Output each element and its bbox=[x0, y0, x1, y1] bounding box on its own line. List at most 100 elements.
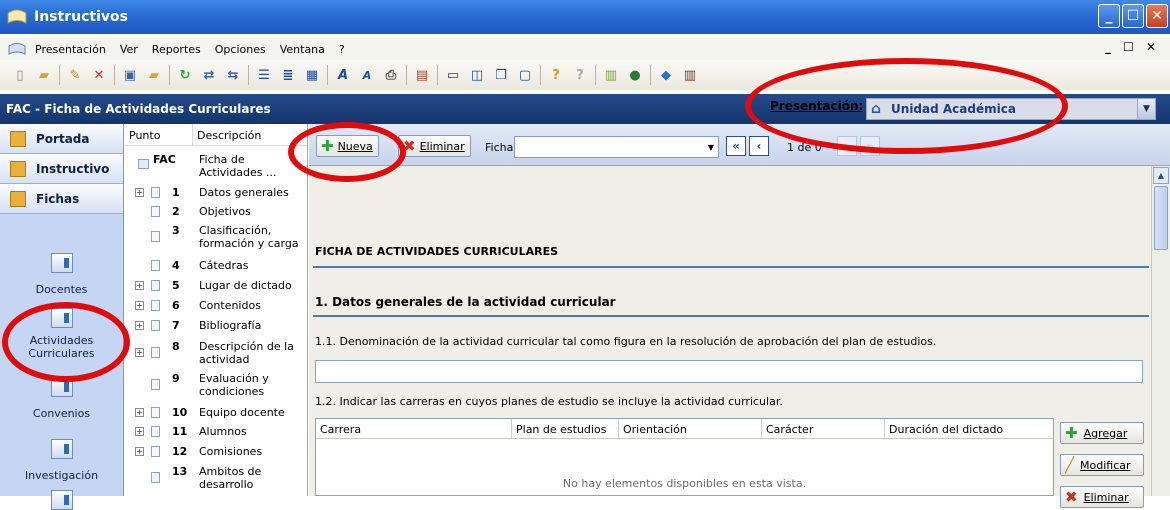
record-counter: 1 de 0 bbox=[787, 141, 822, 154]
nav-portada-label: Portada bbox=[36, 131, 90, 146]
cascade-icon[interactable]: ❐ bbox=[492, 66, 510, 84]
tree-row-label: Ambitos de desarrollo bbox=[199, 465, 262, 491]
menu-ventana[interactable]: Ventana bbox=[273, 43, 332, 56]
grid-col-carrera[interactable]: Carrera bbox=[316, 419, 512, 438]
nav-instructivo[interactable]: Instructivo bbox=[0, 154, 123, 184]
detail-view-icon[interactable]: ▦ bbox=[303, 66, 321, 84]
menu-opciones[interactable]: Opciones bbox=[208, 43, 273, 56]
nav-fichas[interactable]: Fichas bbox=[0, 184, 123, 214]
vertical-scrollbar[interactable]: ▲ bbox=[1151, 166, 1170, 496]
tree-row-number: 7 bbox=[172, 319, 180, 332]
folder-icon[interactable]: ▰ bbox=[145, 66, 163, 84]
grid-col-plan[interactable]: Plan de estudios bbox=[512, 419, 619, 438]
nav-item-actividades-label: Actividades Curriculares bbox=[28, 334, 95, 360]
window-titlebar: Instructivos _ ☐ ✕ bbox=[0, 0, 1170, 34]
expand-icon[interactable]: + bbox=[135, 348, 144, 357]
save-icon[interactable]: ▣ bbox=[121, 66, 139, 84]
report-icon[interactable]: ▤ bbox=[413, 66, 431, 84]
refresh-icon[interactable]: ↻ bbox=[176, 66, 194, 84]
tree-row-root[interactable]: FAC Ficha de Actividades ... bbox=[125, 151, 308, 179]
nav-item-actividades[interactable]: Actividades Curriculares bbox=[0, 304, 123, 366]
grid-col-orientacion[interactable]: Orientación bbox=[619, 419, 762, 438]
expand-icon[interactable]: + bbox=[135, 447, 144, 456]
print-icon[interactable]: ⎙ bbox=[382, 66, 400, 84]
window-icon[interactable]: ▢ bbox=[516, 66, 534, 84]
presentation-select[interactable]: ⌂ Unidad Académica ▼ bbox=[866, 98, 1156, 120]
chevron-down-icon[interactable]: ▼ bbox=[1137, 99, 1155, 119]
expand-icon[interactable]: + bbox=[135, 427, 144, 436]
presentation-label: Presentación: bbox=[770, 99, 864, 113]
expand-icon[interactable]: + bbox=[135, 408, 144, 417]
expand-icon[interactable]: + bbox=[135, 301, 144, 310]
plus-icon: ✚ bbox=[1065, 424, 1078, 442]
open-folder-icon[interactable]: ▰ bbox=[35, 66, 53, 84]
help-icon[interactable]: ? bbox=[547, 66, 565, 84]
minimize-button[interactable]: _ bbox=[1098, 4, 1120, 28]
split-horizontal-icon[interactable]: ▭ bbox=[444, 66, 462, 84]
tree-row-number: 1 bbox=[172, 186, 180, 199]
mdi-window-controls[interactable]: _ ☐ ✕ bbox=[1105, 40, 1160, 54]
nav-portada[interactable]: Portada bbox=[0, 124, 123, 154]
next-record-button[interactable]: › bbox=[837, 136, 857, 156]
nav-item-convenios[interactable]: Convenios bbox=[0, 366, 123, 428]
globe-icon[interactable]: ● bbox=[626, 66, 644, 84]
transfer-alt-icon[interactable]: ⇆ bbox=[224, 66, 242, 84]
page-icon bbox=[151, 347, 160, 358]
prev-record-button[interactable]: ‹ bbox=[749, 136, 769, 156]
gallery-icon[interactable]: ▥ bbox=[602, 66, 620, 84]
divider bbox=[313, 315, 1149, 317]
nueva-button[interactable]: ✚ Nueva bbox=[316, 135, 379, 157]
tree-row-label: Comisiones bbox=[199, 445, 263, 458]
maximize-button[interactable]: ☐ bbox=[1122, 4, 1144, 28]
diamond-icon[interactable]: ◆ bbox=[657, 66, 675, 84]
new-document-icon[interactable]: ▯ bbox=[11, 66, 29, 84]
side-eliminar-button[interactable]: ✖ Eliminar bbox=[1060, 486, 1144, 508]
nav-item-docentes[interactable]: Docentes bbox=[0, 214, 123, 304]
page-icon bbox=[151, 407, 160, 418]
last-record-button[interactable]: » bbox=[860, 136, 880, 156]
modificar-button[interactable]: ╱ Modificar bbox=[1060, 454, 1144, 476]
carreras-grid[interactable]: Carrera Plan de estudios Orientación Car… bbox=[315, 418, 1054, 496]
scroll-up-icon[interactable]: ▲ bbox=[1153, 167, 1169, 184]
folder-icon bbox=[10, 160, 26, 177]
folder-icon bbox=[10, 190, 26, 207]
expand-icon[interactable]: + bbox=[135, 281, 144, 290]
hint-icon[interactable]: ? bbox=[571, 66, 589, 84]
nav-item-investigacion[interactable]: Investigación bbox=[0, 428, 123, 490]
eliminar-button[interactable]: ✖ Eliminar bbox=[398, 135, 471, 157]
menu-reportes[interactable]: Reportes bbox=[145, 43, 208, 56]
menu-help[interactable]: ? bbox=[332, 43, 352, 56]
menu-presentacion[interactable]: Presentación bbox=[28, 43, 113, 56]
first-record-button[interactable]: « bbox=[726, 136, 746, 156]
tree-header-punto[interactable]: Punto bbox=[125, 124, 193, 145]
scroll-thumb[interactable] bbox=[1154, 186, 1168, 250]
agregar-button[interactable]: ✚ Agregar bbox=[1060, 422, 1144, 444]
tree-view-icon[interactable]: ☰ bbox=[255, 66, 273, 84]
tree-row-label: Descripción de la actividad bbox=[199, 340, 294, 366]
font-decrease-icon[interactable]: A bbox=[358, 66, 376, 84]
tree-row-number: 13 bbox=[172, 465, 188, 478]
delete-icon[interactable]: ✕ bbox=[90, 66, 108, 84]
nav-item-convenios-label: Convenios bbox=[32, 407, 91, 420]
grid-col-duracion[interactable]: Duración del dictado bbox=[885, 419, 1053, 438]
nav-item-more[interactable] bbox=[0, 490, 123, 510]
transfer-icon[interactable]: ⇄ bbox=[200, 66, 218, 84]
grid-col-caracter[interactable]: Carácter bbox=[762, 419, 885, 438]
tree-root-label: Ficha de Actividades ... bbox=[199, 153, 277, 179]
expand-icon[interactable]: + bbox=[135, 188, 144, 197]
tree-header-descripcion[interactable]: Descripción bbox=[193, 124, 265, 145]
edit-pencil-icon[interactable]: ✎ bbox=[66, 66, 84, 84]
list-view-icon[interactable]: ≣ bbox=[279, 66, 297, 84]
tree-row-number: 5 bbox=[172, 279, 180, 292]
denominacion-input[interactable] bbox=[315, 360, 1143, 383]
form-icon bbox=[50, 308, 73, 328]
font-increase-icon[interactable]: A bbox=[334, 66, 352, 84]
question-1-2: 1.2. Indicar las carreras en cuyos plane… bbox=[315, 395, 783, 408]
ficha-select[interactable]: ▼ bbox=[514, 136, 719, 158]
tree-row-label: Bibliografía bbox=[199, 319, 262, 332]
close-button[interactable]: ✕ bbox=[1146, 4, 1168, 28]
expand-icon[interactable]: + bbox=[135, 321, 144, 330]
books-icon[interactable]: ▥ bbox=[681, 66, 699, 84]
split-vertical-icon[interactable]: ◫ bbox=[468, 66, 486, 84]
menu-ver[interactable]: Ver bbox=[113, 43, 145, 56]
